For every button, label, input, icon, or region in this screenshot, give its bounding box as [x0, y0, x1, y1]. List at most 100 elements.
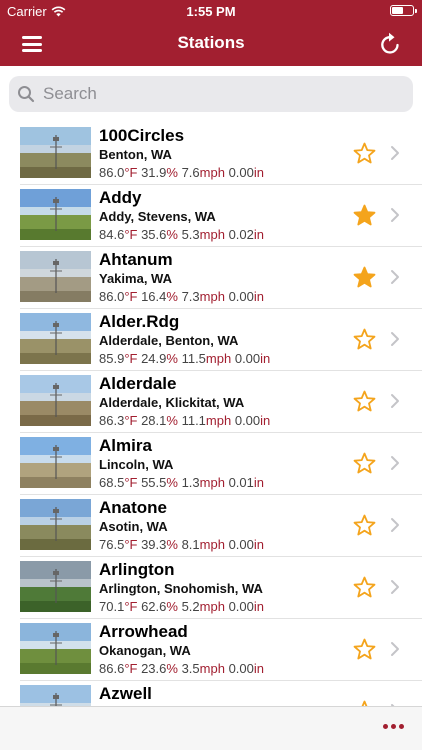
station-wind: 8.1: [181, 537, 200, 552]
station-name: Arlington: [99, 560, 175, 579]
station-rain: 0.00: [228, 599, 254, 614]
station-photo: [20, 189, 91, 240]
station-temp: 70.1: [99, 599, 125, 614]
station-location: Asotin, WA: [99, 519, 168, 534]
search-input[interactable]: [43, 84, 403, 104]
station-photo: [20, 375, 91, 426]
search-icon: [18, 86, 35, 103]
station-name: Alderdale: [99, 374, 177, 393]
station-row[interactable]: Addy Addy, Stevens, WA 84.6°F 35.6% 5.3m…: [20, 185, 422, 247]
star-outline-icon[interactable]: [353, 390, 376, 413]
more-dots-icon: [383, 724, 388, 729]
station-temp-unit: °F: [124, 413, 138, 428]
station-wind-unit: mph: [199, 289, 225, 304]
station-row[interactable]: Azwell: [20, 681, 422, 706]
chevron-right-icon: [391, 332, 399, 346]
station-readings: 86.3°F 28.1% 11.1mph 0.00in: [99, 413, 270, 428]
station-row[interactable]: Ahtanum Yakima, WA 86.0°F 16.4% 7.3mph 0…: [20, 247, 422, 309]
station-temp-unit: °F: [124, 289, 138, 304]
star-outline-icon[interactable]: [353, 638, 376, 661]
station-temp-unit: °F: [124, 599, 138, 614]
station-wind-unit: mph: [199, 475, 225, 490]
star-outline-icon[interactable]: [353, 576, 376, 599]
station-readings: 68.5°F 55.5% 1.3mph 0.01in: [99, 475, 264, 490]
station-name: Addy: [99, 188, 142, 207]
station-name: 100Circles: [99, 126, 185, 145]
station-rain-unit: in: [253, 289, 265, 304]
station-location: Addy, Stevens, WA: [99, 209, 216, 224]
station-rain: 0.00: [234, 413, 261, 428]
star-outline-icon[interactable]: [353, 142, 376, 165]
station-wind-unit: mph: [199, 661, 225, 676]
station-name: Alder.Rdg: [99, 312, 180, 331]
station-wind: 5.3: [181, 227, 200, 242]
station-rain-unit: in: [253, 227, 265, 242]
station-location: Okanogan, WA: [99, 643, 191, 658]
station-location: Lincoln, WA: [99, 457, 174, 472]
station-location: Alderdale, Klickitat, WA: [99, 395, 245, 410]
star-filled-icon[interactable]: [353, 204, 376, 227]
station-temp-unit: °F: [124, 661, 138, 676]
station-list[interactable]: 100Circles Benton, WA 86.0°F 31.9% 7.6mp…: [0, 121, 422, 706]
station-wind: 3.5: [181, 661, 200, 676]
station-name: Anatone: [99, 498, 167, 517]
station-rain-unit: in: [253, 475, 265, 490]
station-row[interactable]: 100Circles Benton, WA 86.0°F 31.9% 7.6mp…: [20, 123, 422, 185]
station-row[interactable]: Alderdale Alderdale, Klickitat, WA 86.3°…: [20, 371, 422, 433]
battery-icon: [390, 5, 417, 16]
chevron-right-icon: [391, 456, 399, 470]
chevron-right-icon: [391, 580, 399, 594]
station-humidity-unit: %: [166, 599, 178, 614]
station-humidity: 39.3: [141, 537, 167, 552]
station-photo: [20, 561, 91, 612]
station-name: Azwell: [99, 684, 152, 703]
station-row[interactable]: Alder.Rdg Alderdale, Benton, WA 85.9°F 2…: [20, 309, 422, 371]
station-wind: 7.3: [181, 289, 200, 304]
station-photo: [20, 251, 91, 302]
station-wind-unit: mph: [199, 599, 225, 614]
station-rain: 0.00: [228, 289, 254, 304]
station-temp-unit: °F: [124, 475, 138, 490]
station-rain: 0.01: [228, 475, 254, 490]
bottom-toolbar: [0, 706, 422, 750]
station-temp: 86.0: [99, 165, 125, 180]
station-humidity-unit: %: [166, 661, 178, 676]
station-wind: 7.6: [181, 165, 200, 180]
station-row[interactable]: Anatone Asotin, WA 76.5°F 39.3% 8.1mph 0…: [20, 495, 422, 557]
chevron-right-icon: [391, 146, 399, 160]
station-photo: [20, 127, 91, 178]
more-button[interactable]: [383, 724, 404, 729]
station-location: Benton, WA: [99, 147, 172, 162]
status-time: 1:55 PM: [186, 4, 236, 19]
search-area: [0, 66, 422, 121]
station-humidity-unit: %: [166, 289, 178, 304]
star-filled-icon[interactable]: [353, 266, 376, 289]
station-humidity-unit: %: [166, 413, 178, 428]
page-title: Stations: [177, 33, 245, 52]
station-row[interactable]: Almira Lincoln, WA 68.5°F 55.5% 1.3mph 0…: [20, 433, 422, 495]
station-rain: 0.02: [228, 227, 254, 242]
refresh-button[interactable]: [378, 31, 402, 57]
station-temp: 86.0: [99, 289, 125, 304]
station-humidity-unit: %: [166, 475, 178, 490]
station-temp: 68.5: [99, 475, 125, 490]
station-row[interactable]: Arlington Arlington, Snohomish, WA 70.1°…: [20, 557, 422, 619]
station-rain-unit: in: [253, 165, 265, 180]
station-wind-unit: mph: [199, 537, 225, 552]
search-bar[interactable]: [9, 76, 413, 112]
station-row[interactable]: Arrowhead Okanogan, WA 86.6°F 23.6% 3.5m…: [20, 619, 422, 681]
station-wind: 5.2: [181, 599, 200, 614]
station-humidity: 16.4: [141, 289, 167, 304]
refresh-icon: [381, 32, 399, 54]
star-outline-icon[interactable]: [353, 452, 376, 475]
station-humidity-unit: %: [166, 227, 178, 242]
station-photo: [20, 499, 91, 550]
station-humidity-unit: %: [166, 537, 178, 552]
star-outline-icon[interactable]: [353, 514, 376, 537]
star-outline-icon[interactable]: [353, 328, 376, 351]
station-readings: 70.1°F 62.6% 5.2mph 0.00in: [99, 599, 264, 614]
station-temp-unit: °F: [124, 537, 138, 552]
station-rain: 0.00: [228, 165, 254, 180]
chevron-right-icon: [391, 642, 399, 656]
station-rain-unit: in: [260, 413, 271, 428]
